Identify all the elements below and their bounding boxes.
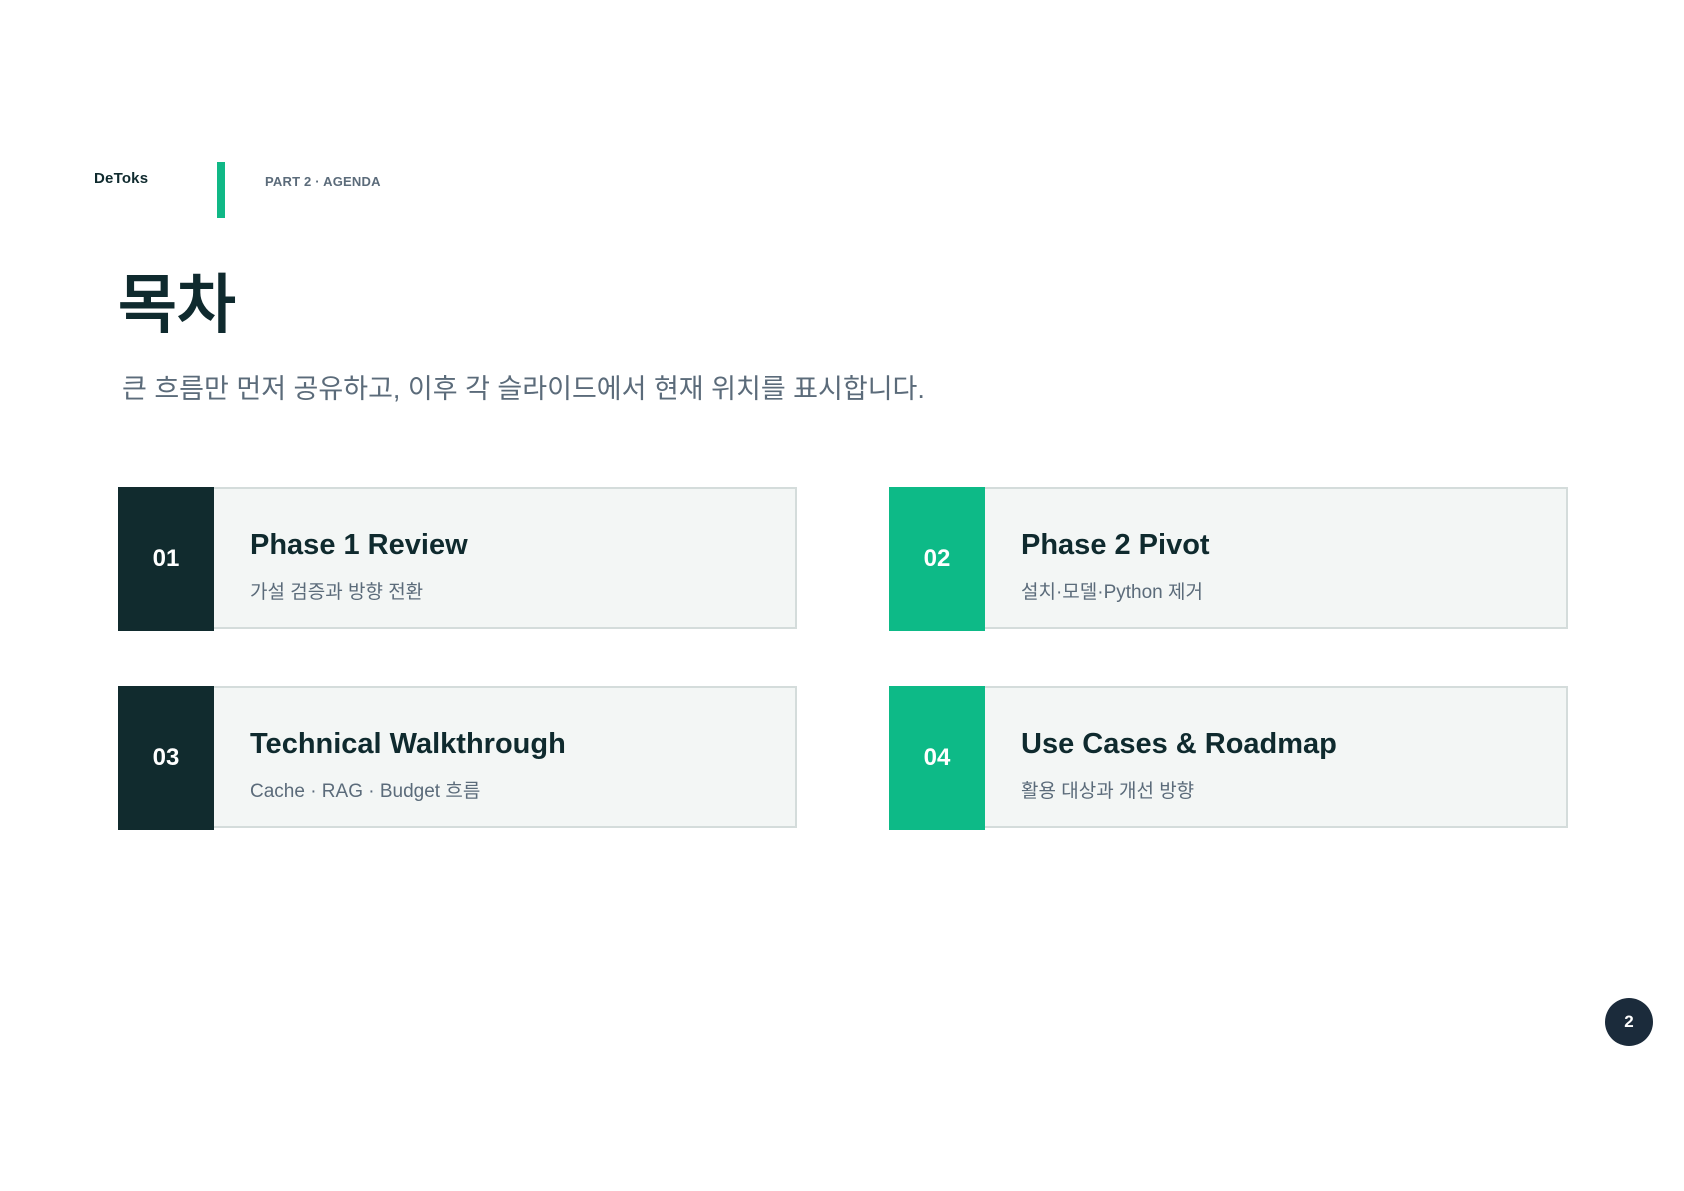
- agenda-description: Cache · RAG · Budget 흐름: [250, 781, 481, 802]
- agenda-description: 가설 검증과 방향 전환: [250, 582, 424, 603]
- accent-divider: [217, 162, 225, 218]
- section-label: PART 2 · AGENDA: [265, 174, 381, 189]
- agenda-description: 활용 대상과 개선 방향: [1021, 781, 1195, 802]
- agenda-number: 01: [118, 487, 214, 631]
- agenda-title: Technical Walkthrough: [250, 728, 566, 760]
- page-title: 목차: [118, 269, 236, 341]
- agenda-description: 설치·모델·Python 제거: [1021, 582, 1203, 603]
- agenda-number: 03: [118, 686, 214, 830]
- agenda-item-phase-1-review: 01 Phase 1 Review 가설 검증과 방향 전환: [118, 487, 797, 631]
- page-number-badge: 2: [1605, 998, 1653, 1046]
- agenda-item-use-cases-roadmap: 04 Use Cases & Roadmap 활용 대상과 개선 방향: [889, 686, 1568, 830]
- agenda-item-phase-2-pivot: 02 Phase 2 Pivot 설치·모델·Python 제거: [889, 487, 1568, 631]
- agenda-title: Phase 2 Pivot: [1021, 529, 1210, 561]
- agenda-number: 02: [889, 487, 985, 631]
- agenda-item-technical-walkthrough: 03 Technical Walkthrough Cache · RAG · B…: [118, 686, 797, 830]
- brand-name: DeToks: [94, 170, 149, 187]
- agenda-title: Phase 1 Review: [250, 529, 468, 561]
- agenda-title: Use Cases & Roadmap: [1021, 728, 1337, 760]
- agenda-number: 04: [889, 686, 985, 830]
- page-subtitle: 큰 흐름만 먼저 공유하고, 이후 각 슬라이드에서 현재 위치를 표시합니다.: [122, 374, 925, 404]
